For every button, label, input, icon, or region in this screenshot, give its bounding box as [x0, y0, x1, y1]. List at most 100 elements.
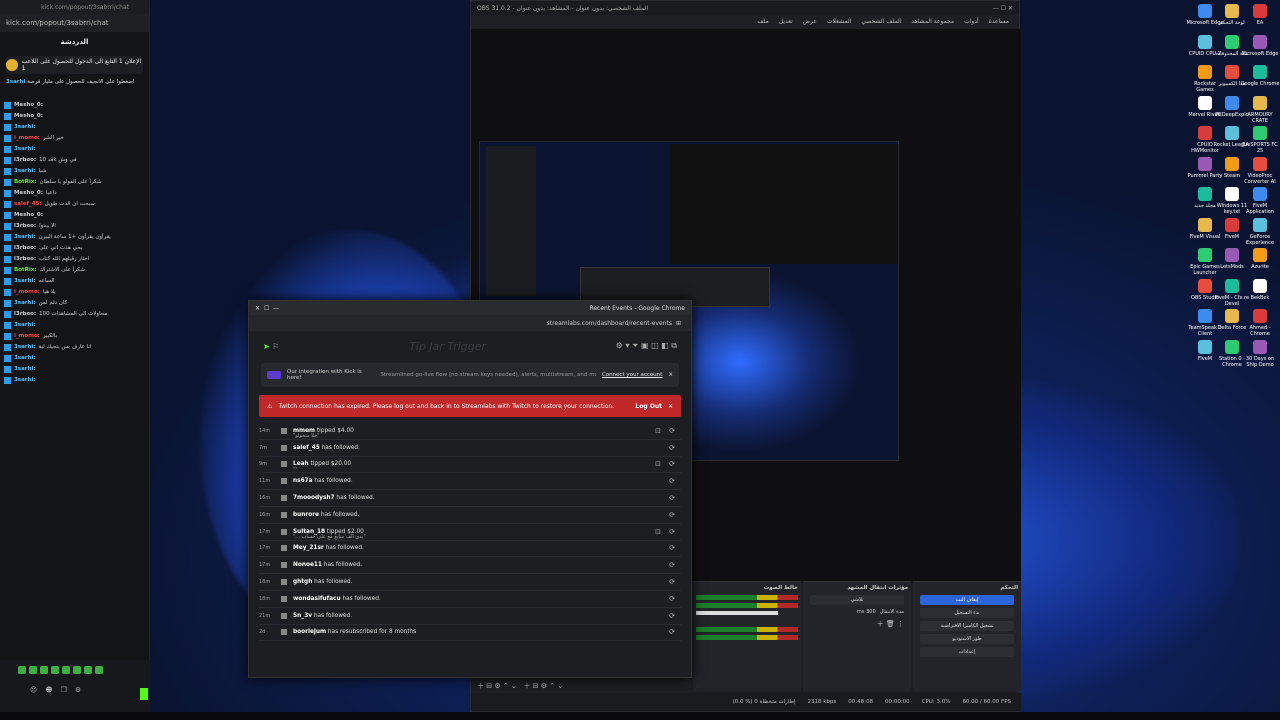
gift-icon[interactable]: ❐ [61, 686, 67, 694]
menu-item[interactable]: الملف الشخصي [861, 18, 901, 26]
repeat-icon[interactable]: ⟳ [669, 460, 675, 468]
desktop-icon[interactable]: Azurite [1240, 248, 1280, 270]
skip-icon[interactable]: ⊡ [655, 528, 661, 536]
chat-username[interactable]: 3sarhi: [14, 299, 36, 307]
close-icon[interactable]: ✕ [668, 372, 673, 378]
skip-icon[interactable]: ⊡ [655, 460, 661, 468]
event-list: 14m mmem tipped $4.00 "خلا متحولو" ⊡ ⟳ 7m sale… [259, 423, 681, 642]
send-icon[interactable]: ➤ ⚐ [263, 342, 279, 351]
chat-username[interactable]: 3sarhi: [14, 354, 36, 362]
chat-username[interactable]: l3rboo: [14, 156, 36, 164]
desktop-icon[interactable]: FiveM Application [1240, 187, 1280, 215]
sources-toolbar[interactable]: ＋ ⊟ ⚙ ⌃ ⌄ ＋ ⊟ ⚙ ⌃ ⌄ [471, 681, 711, 693]
desktop-icon[interactable]: EA SPORTS FC 25 [1240, 126, 1280, 154]
desktop-icon[interactable]: ARMOURY CRATE [1240, 95, 1280, 124]
desktop-icon[interactable]: GeForce Experience [1240, 217, 1280, 246]
repeat-icon[interactable]: ⟳ [669, 628, 675, 636]
duration-input[interactable]: 300 ms [857, 609, 876, 615]
chat-url-bar[interactable]: kick.com/popout/3sabrri/chat [0, 14, 149, 32]
repeat-icon[interactable]: ⟳ [669, 612, 675, 620]
desktop-icon[interactable]: BekBek [1240, 278, 1280, 301]
emote-icon[interactable] [84, 666, 92, 674]
desktop-icon[interactable]: Microsoft Edge [1240, 34, 1280, 57]
emote-icon[interactable] [40, 666, 48, 674]
settings-button[interactable]: إعدادات [920, 647, 1014, 657]
chat-username[interactable]: 3sarhi: [14, 376, 36, 384]
chat-username[interactable]: Mesho_0: [14, 189, 43, 197]
emoji-icon[interactable]: ☻ [45, 686, 52, 694]
chat-username[interactable]: Mesho_0: [14, 101, 43, 109]
stop-stream-button[interactable]: إيقاف البث [920, 595, 1014, 605]
chat-username[interactable]: 3sarhi: [14, 123, 36, 131]
emote-icon[interactable] [73, 666, 81, 674]
close-icon[interactable]: ✕ [668, 403, 673, 410]
menu-item[interactable]: أدوات [964, 18, 979, 26]
window-controls[interactable]: ✕ ☐ — [255, 305, 279, 312]
extension-icon[interactable]: ⊞ [676, 320, 681, 327]
desktop-icon[interactable]: 30 Days on Ship Demo [1240, 339, 1280, 368]
chat-username[interactable]: l3rboo: [14, 310, 36, 318]
chat-username[interactable]: Mesho_0: [14, 112, 43, 120]
connect-account-link[interactable]: Connect your account [602, 372, 663, 378]
start-recording-button[interactable]: بدء التسجيل [920, 608, 1014, 618]
chat-username[interactable]: i_momo: [14, 332, 40, 340]
send-button[interactable] [140, 688, 148, 700]
skip-icon[interactable]: ⊡ [655, 427, 661, 435]
badge-icon [4, 167, 11, 175]
pinned-message[interactable]: الإعلان 1 التابع الى الدخول للحصول على ا… [6, 56, 143, 74]
menu-item[interactable]: المشغلات [827, 18, 851, 26]
menu-item[interactable]: مجموعة المشاهد [911, 18, 954, 26]
emote-icon[interactable] [95, 666, 103, 674]
repeat-icon[interactable]: ⟳ [669, 528, 675, 536]
chat-username[interactable]: 3sarhi: [14, 167, 36, 175]
chat-username[interactable]: BotRix: [14, 266, 36, 274]
chat-username[interactable]: Mesho_0: [14, 211, 43, 219]
emote-icon[interactable] [29, 666, 37, 674]
repeat-icon[interactable]: ⟳ [669, 511, 675, 519]
transition-select[interactable]: تلاشي [810, 595, 904, 605]
chat-username[interactable]: 3sarhi: [14, 343, 36, 351]
chat-username[interactable]: l3rboo: [14, 222, 36, 230]
desktop-icon[interactable]: Google Chrome [1240, 65, 1280, 87]
repeat-icon[interactable]: ⟳ [669, 427, 675, 435]
chat-username[interactable]: 3sarhi: [14, 321, 36, 329]
settings-icon[interactable]: ⚙ [75, 686, 81, 694]
emote-icon[interactable] [18, 666, 26, 674]
menu-item[interactable]: تعديل [779, 18, 793, 26]
filter-icons[interactable]: ⚙ ▾ ⏷ ▣ ◫ ◧ ⧉ [616, 341, 677, 351]
chat-username[interactable]: 3sarhi: [14, 233, 36, 241]
emote-icon[interactable] [62, 666, 70, 674]
chat-username[interactable]: salef_45: [14, 200, 42, 208]
chat-username[interactable]: l3rboo: [14, 244, 36, 252]
window-controls[interactable]: — ☐ ✕ [993, 5, 1013, 12]
repeat-icon[interactable]: ⟳ [669, 477, 675, 485]
chat-username[interactable]: 3sarhi: [14, 365, 36, 373]
desktop-icon-label: BekBek [1250, 294, 1270, 301]
repeat-icon[interactable]: ⟳ [669, 595, 675, 603]
chat-username[interactable]: i_momo: [14, 288, 40, 296]
desktop-icon[interactable]: VideoProc Converter AI [1240, 156, 1280, 185]
chat-username[interactable]: 3sarhi: [14, 145, 36, 153]
chat-username[interactable]: BotRix: [14, 178, 36, 186]
chat-username[interactable]: i_momo: [14, 134, 40, 142]
user-icon[interactable]: ☺ [30, 686, 37, 694]
virtual-camera-button[interactable]: تشغيل الكاميرا الافتراضية [920, 621, 1014, 631]
repeat-icon[interactable]: ⟳ [669, 561, 675, 569]
menu-item[interactable]: ملف [757, 18, 768, 26]
menu-item[interactable]: مساعدة [989, 18, 1009, 26]
transition-actions[interactable]: ＋ 🗑 ⋮ [806, 619, 908, 629]
re-address-bar[interactable]: streamlabs.com/dashboard/recent-events ⊞ [249, 315, 691, 331]
emote-icon[interactable] [51, 666, 59, 674]
desktop-icon[interactable]: Ahmed - Chrome [1240, 309, 1280, 337]
menu-item[interactable]: عرض [803, 18, 817, 26]
chat-username[interactable]: 3sarhi: [14, 277, 36, 285]
logout-link[interactable]: Log Out [635, 403, 662, 410]
volume-slider[interactable] [696, 611, 778, 615]
repeat-icon[interactable]: ⟳ [669, 578, 675, 586]
studio-mode-button[interactable]: طور الاستوديو [920, 634, 1014, 644]
chat-username[interactable]: l3rboo: [14, 255, 36, 263]
desktop-icon[interactable]: EA [1240, 4, 1280, 26]
repeat-icon[interactable]: ⟳ [669, 544, 675, 552]
repeat-icon[interactable]: ⟳ [669, 494, 675, 502]
repeat-icon[interactable]: ⟳ [669, 444, 675, 452]
